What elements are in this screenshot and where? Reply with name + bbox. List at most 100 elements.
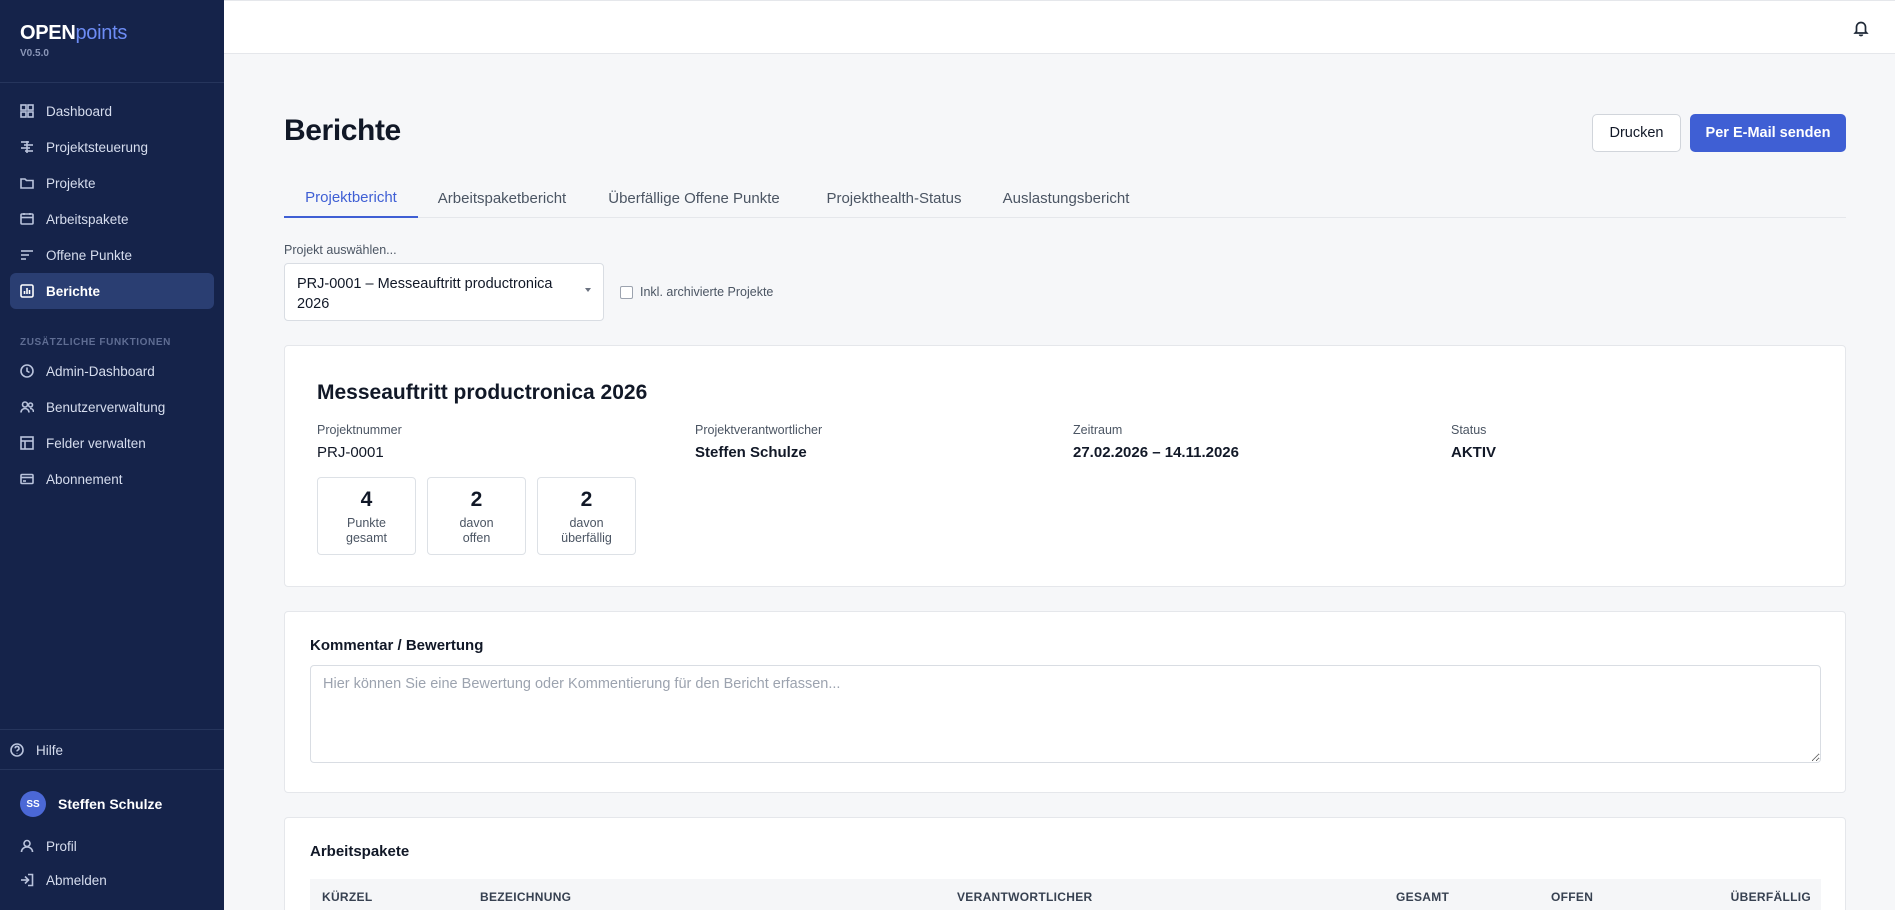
stat-value: 4 [360, 488, 373, 511]
main-nav: Dashboard Projektsteuerung Projekte Arbe… [10, 93, 214, 309]
list-icon [20, 248, 34, 262]
sidebar-item-label: Projektsteuerung [46, 139, 149, 155]
sidebar-item-arbeitspakete[interactable]: Arbeitspakete [10, 201, 214, 237]
sidebar-item-projektsteuerung[interactable]: Projektsteuerung [10, 129, 214, 165]
user-profile[interactable]: SS Steffen Schulze [20, 791, 162, 817]
project-period: 27.02.2026 – 14.11.2026 [1073, 444, 1239, 461]
user-name: Steffen Schulze [58, 796, 163, 812]
app-version: V0.5.0 [20, 48, 49, 59]
sidebar-item-dashboard[interactable]: Dashboard [10, 93, 214, 129]
report-tabs: Projektbericht Arbeitspaketbericht Überf… [284, 178, 1846, 218]
stat-overdue-points: 2 davon überfällig [537, 477, 636, 555]
stat-value: 2 [470, 488, 483, 511]
topbar [224, 0, 1895, 54]
sidebar-item-label: Arbeitspakete [46, 211, 129, 227]
comment-title: Kommentar / Bewertung [310, 637, 484, 654]
sidebar-item-admin-dashboard[interactable]: Admin-Dashboard [10, 353, 214, 389]
print-button[interactable]: Drucken [1592, 114, 1681, 152]
stat-label: davon offen [459, 516, 494, 545]
sidebar-item-label: Felder verwalten [46, 435, 146, 451]
table-icon [20, 436, 34, 450]
sidebar-divider [0, 729, 224, 730]
project-select[interactable]: PRJ-0001 – Messeauftritt productronica 2… [284, 263, 604, 321]
sidebar-item-label: Berichte [46, 283, 101, 299]
sidebar-item-label: Offene Punkte [46, 247, 133, 263]
sidebar: OPENpoints V0.5.0 Dashboard Projektsteue… [0, 0, 224, 910]
project-select-value: PRJ-0001 – Messeauftritt productronica 2… [297, 276, 553, 312]
sidebar-item-felder-verwalten[interactable]: Felder verwalten [10, 425, 214, 461]
sidebar-section-label: ZUSÄTZLICHE FUNKTIONEN [20, 337, 171, 348]
tab-projektbericht[interactable]: Projektbericht [284, 178, 418, 218]
card-icon [20, 472, 34, 486]
sidebar-divider [0, 82, 224, 83]
tab-projekthealth-status[interactable]: Projekthealth-Status [821, 178, 967, 218]
folder-icon [20, 176, 34, 190]
column-header-offen[interactable]: OFFEN [1551, 890, 1593, 904]
clock-icon [20, 364, 34, 378]
archived-projects-label: Inkl. archivierte Projekte [640, 285, 774, 299]
stat-total-points: 4 Punkte gesamt [317, 477, 416, 555]
status-badge: AKTIV [1451, 444, 1496, 461]
extra-nav: Admin-Dashboard Benutzerverwaltung Felde… [10, 353, 214, 497]
archived-projects-toggle[interactable]: Inkl. archivierte Projekte [620, 285, 773, 299]
workpackages-table-header: KÜRZEL BEZEICHNUNG VERANTWORTLICHER GESA… [310, 879, 1821, 910]
bell-icon[interactable] [1852, 19, 1870, 37]
help-icon [10, 743, 24, 757]
comment-textarea[interactable] [310, 665, 1821, 763]
column-header-gesamt[interactable]: GESAMT [1396, 890, 1449, 904]
sidebar-item-offene-punkte[interactable]: Offene Punkte [10, 237, 214, 273]
users-icon [20, 400, 34, 414]
chevron-down-icon [585, 288, 591, 292]
account-nav: Profil Abmelden [10, 829, 214, 897]
tab-auslastungsbericht[interactable]: Auslastungsbericht [997, 178, 1135, 218]
stat-value: 2 [580, 488, 593, 511]
column-header-ueberfaellig[interactable]: ÜBERFÄLLIG [1731, 890, 1811, 904]
sidebar-item-abmelden[interactable]: Abmelden [10, 863, 214, 897]
project-period-field: Zeitraum 27.02.2026 – 14.11.2026 [1073, 423, 1239, 461]
sidebar-item-berichte[interactable]: Berichte [10, 273, 214, 309]
archived-projects-checkbox[interactable] [620, 285, 633, 299]
sidebar-item-label: Admin-Dashboard [46, 363, 155, 379]
workpackages-title: Arbeitspakete [310, 843, 410, 860]
project-title: Messeauftritt productronica 2026 [317, 381, 648, 404]
brand[interactable]: OPENpoints V0.5.0 [20, 22, 127, 59]
page-title: Berichte [284, 114, 401, 147]
brand-logo: OPENpoints [20, 22, 128, 44]
sidebar-item-label: Dashboard [46, 103, 113, 119]
stat-label: davon überfällig [561, 516, 612, 545]
meta-label: Status [1451, 423, 1487, 437]
sidebar-divider [0, 769, 224, 770]
sidebar-item-label: Benutzerverwaltung [46, 399, 166, 415]
avatar: SS [20, 791, 46, 817]
sidebar-item-hilfe[interactable]: Hilfe [0, 732, 224, 768]
logout-icon [20, 873, 34, 887]
sidebar-item-abonnement[interactable]: Abonnement [10, 461, 214, 497]
send-email-button[interactable]: Per E-Mail senden [1690, 114, 1846, 152]
sidebar-item-label: Hilfe [36, 742, 64, 758]
sidebar-item-label: Profil [46, 838, 77, 854]
sidebar-item-profil[interactable]: Profil [10, 829, 214, 863]
sidebar-item-label: Abmelden [46, 872, 107, 888]
project-owner: Steffen Schulze [695, 444, 807, 461]
project-number: PRJ-0001 [317, 444, 384, 461]
user-icon [20, 839, 34, 853]
tab-ueberfaellige-offene-punkte[interactable]: Überfällige Offene Punkte [606, 178, 782, 218]
project-owner-field: Projektverantwortlicher Steffen Schulze [695, 423, 822, 461]
grid-icon [20, 104, 34, 118]
tab-arbeitspaketbericht[interactable]: Arbeitspaketbericht [432, 178, 572, 218]
column-header-verantwortlicher[interactable]: VERANTWORTLICHER [957, 890, 1092, 904]
package-icon [20, 212, 34, 226]
sidebar-item-projekte[interactable]: Projekte [10, 165, 214, 201]
chart-icon [20, 284, 34, 298]
stat-label: Punkte gesamt [346, 516, 387, 545]
project-summary-card: Messeauftritt productronica 2026 Projekt… [284, 345, 1846, 587]
meta-label: Projektnummer [317, 423, 402, 437]
gantt-icon [20, 140, 34, 154]
sidebar-item-benutzerverwaltung[interactable]: Benutzerverwaltung [10, 389, 214, 425]
project-select-label: Projekt auswählen... [284, 243, 397, 257]
meta-label: Zeitraum [1073, 423, 1123, 437]
sidebar-item-label: Abonnement [46, 471, 123, 487]
column-header-kuerzel[interactable]: KÜRZEL [322, 890, 372, 904]
column-header-bezeichnung[interactable]: BEZEICHNUNG [480, 890, 571, 904]
project-status-field: Status AKTIV [1451, 423, 1496, 461]
